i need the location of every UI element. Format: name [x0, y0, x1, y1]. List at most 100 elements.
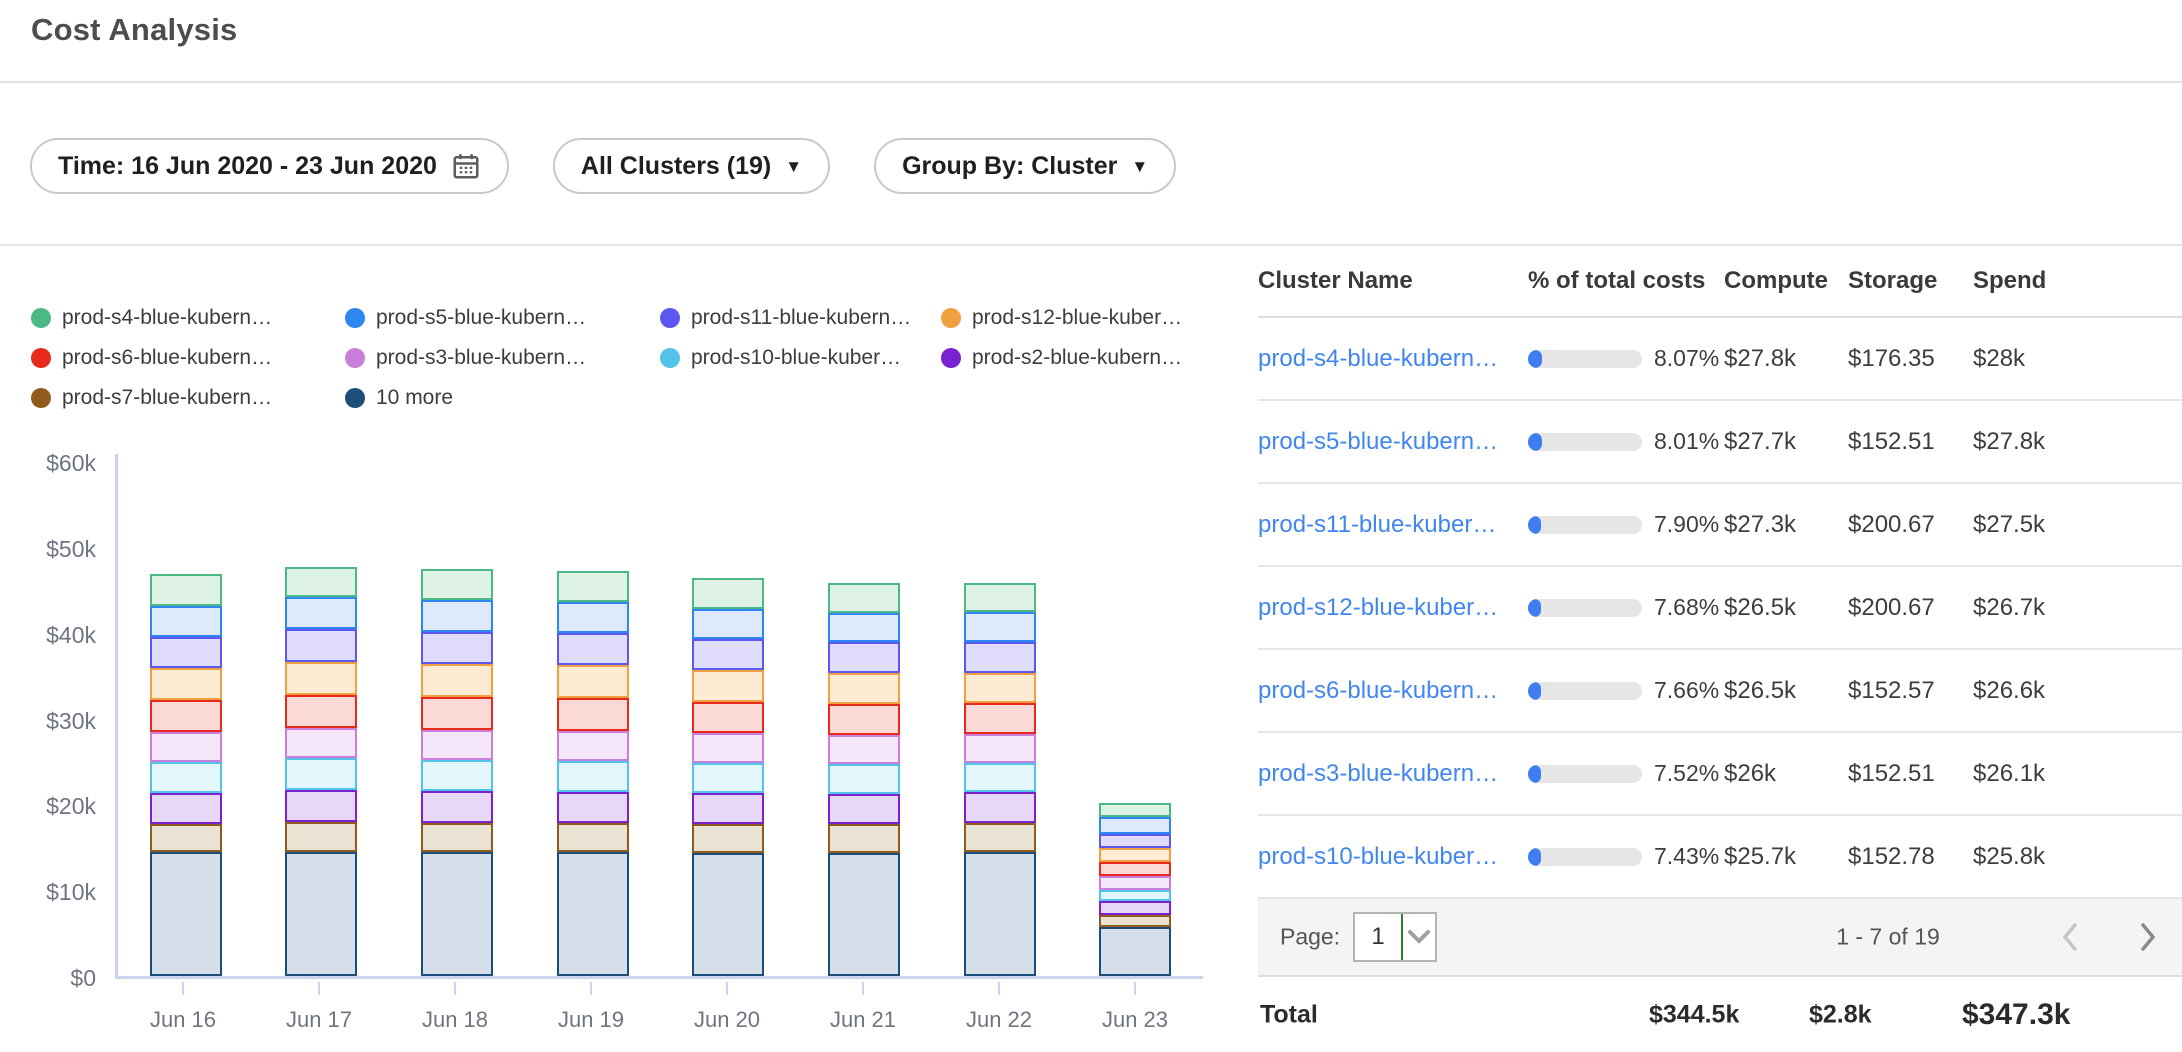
bar-segment: [964, 583, 1036, 612]
compute-cell: $27.3k: [1724, 511, 1848, 539]
legend-item[interactable]: 10 more: [345, 386, 660, 410]
bar-segment: [557, 698, 629, 731]
bar-segment: [828, 583, 900, 613]
x-axis-slot: Jun 22: [931, 982, 1067, 1033]
y-axis-tick-label: $0: [0, 965, 96, 992]
spend-cell: $27.8k: [1973, 428, 2105, 456]
groupby-filter[interactable]: Group By: Cluster ▼: [874, 138, 1176, 194]
total-compute-value: $344.5k: [1649, 1000, 1739, 1029]
bar-segment: [828, 853, 900, 976]
cluster-name-cell: prod-s10-blue-kuber…: [1258, 843, 1528, 871]
bar-segment: [828, 824, 900, 853]
chevron-down-icon: [1403, 914, 1435, 960]
compute-cell: $26.5k: [1724, 594, 1848, 622]
next-page-button[interactable]: [2136, 919, 2160, 955]
y-axis-tick-label: $50k: [0, 536, 96, 563]
pct-progress-track: [1528, 765, 1642, 783]
table-row: prod-s4-blue-kubern…8.07%$27.8k$176.35$2…: [1258, 318, 2182, 401]
legend-dot-icon: [345, 348, 365, 368]
bar-segment: [828, 673, 900, 704]
stacked-bar: [150, 574, 222, 976]
table-header: Cluster Name % of total costs Compute St…: [1258, 246, 2182, 318]
bar-segment: [1099, 848, 1171, 862]
pct-value: 8.01%: [1654, 428, 1719, 455]
legend-item[interactable]: prod-s2-blue-kubern…: [941, 346, 1182, 370]
cluster-name-cell: prod-s5-blue-kubern…: [1258, 428, 1528, 456]
bar-segment: [1099, 834, 1171, 848]
cluster-name-cell: prod-s11-blue-kuber…: [1258, 511, 1528, 539]
prev-page-button[interactable]: [2058, 919, 2082, 955]
page-select[interactable]: 1: [1353, 912, 1437, 962]
bar-segment: [557, 633, 629, 665]
x-axis-slot: Jun 16: [115, 982, 251, 1033]
y-axis-tick-label: $20k: [0, 793, 96, 820]
bar-segment: [964, 703, 1036, 734]
cluster-link[interactable]: prod-s12-blue-kuber…: [1258, 594, 1498, 621]
storage-cell: $176.35: [1848, 345, 1973, 373]
stacked-bar: [557, 571, 629, 976]
legend-item[interactable]: prod-s4-blue-kubern…: [31, 306, 345, 330]
legend-item[interactable]: prod-s5-blue-kubern…: [345, 306, 660, 330]
pagination-bar: Page: 1 1 - 7 of 19: [1258, 899, 2182, 977]
cluster-link[interactable]: prod-s5-blue-kubern…: [1258, 428, 1498, 455]
col-header-cluster-name: Cluster Name: [1258, 267, 1528, 295]
legend-item[interactable]: prod-s6-blue-kubern…: [31, 346, 345, 370]
cluster-link[interactable]: prod-s6-blue-kubern…: [1258, 677, 1498, 704]
legend-item-label: prod-s2-blue-kubern…: [972, 346, 1182, 370]
bar-segment: [557, 665, 629, 698]
time-range-filter[interactable]: Time: 16 Jun 2020 - 23 Jun 2020: [30, 138, 509, 194]
legend-dot-icon: [660, 308, 680, 328]
stacked-bar: [828, 583, 900, 976]
cluster-link[interactable]: prod-s10-blue-kuber…: [1258, 843, 1498, 870]
storage-cell: $200.67: [1848, 511, 1973, 539]
compute-cell: $27.7k: [1724, 428, 1848, 456]
bar-slot: [661, 578, 797, 976]
bar-segment: [150, 668, 222, 700]
table-row: prod-s10-blue-kuber…7.43%$25.7k$152.78$2…: [1258, 816, 2182, 899]
bar-slot: [1067, 803, 1203, 976]
caret-down-icon: ▼: [785, 157, 802, 177]
bar-segment: [1099, 803, 1171, 817]
table-row: prod-s12-blue-kuber…7.68%$26.5k$200.67$2…: [1258, 567, 2182, 650]
x-axis-tick: [726, 982, 728, 995]
pct-value: 7.43%: [1654, 843, 1719, 870]
chevron-right-icon: [2136, 919, 2160, 955]
legend-item[interactable]: prod-s3-blue-kubern…: [345, 346, 660, 370]
pct-total-costs-cell: 7.66%: [1528, 677, 1724, 704]
bar-segment: [692, 763, 764, 793]
legend-dot-icon: [345, 388, 365, 408]
legend-dot-icon: [31, 308, 51, 328]
x-axis-tick: [862, 982, 864, 995]
bar-segment: [692, 670, 764, 702]
bar-segment: [1099, 817, 1171, 834]
legend-item-label: 10 more: [376, 386, 453, 410]
pagination-range: 1 - 7 of 19: [1738, 924, 2038, 951]
x-axis-slot: Jun 17: [251, 982, 387, 1033]
cluster-link[interactable]: prod-s4-blue-kubern…: [1258, 345, 1498, 372]
pct-value: 7.52%: [1654, 760, 1719, 787]
bar-segment: [421, 697, 493, 730]
bar-segment: [692, 853, 764, 976]
legend-dot-icon: [345, 308, 365, 328]
table-row: prod-s6-blue-kubern…7.66%$26.5k$152.57$2…: [1258, 650, 2182, 733]
bar-segment: [557, 731, 629, 761]
legend-item[interactable]: prod-s10-blue-kuber…: [660, 346, 941, 370]
bar-segment: [421, 823, 493, 852]
cluster-link[interactable]: prod-s11-blue-kuber…: [1258, 511, 1496, 538]
bar-segment: [150, 637, 222, 668]
stacked-bar: [421, 569, 493, 976]
legend-item-label: prod-s10-blue-kuber…: [691, 346, 901, 370]
spend-cell: $26.1k: [1973, 760, 2105, 788]
bar-segment: [150, 852, 222, 976]
legend-item[interactable]: prod-s7-blue-kubern…: [31, 386, 345, 410]
bar-segment: [285, 790, 357, 822]
bar-segment: [557, 792, 629, 823]
x-axis-tick-label: Jun 22: [966, 1007, 1032, 1033]
bar-segment: [692, 702, 764, 733]
clusters-filter[interactable]: All Clusters (19) ▼: [553, 138, 830, 194]
bar-segment: [150, 732, 222, 762]
y-axis-tick-label: $60k: [0, 450, 96, 477]
cluster-link[interactable]: prod-s3-blue-kubern…: [1258, 760, 1498, 787]
legend-item[interactable]: prod-s11-blue-kubern…: [660, 306, 941, 330]
legend-item[interactable]: prod-s12-blue-kuber…: [941, 306, 1182, 330]
